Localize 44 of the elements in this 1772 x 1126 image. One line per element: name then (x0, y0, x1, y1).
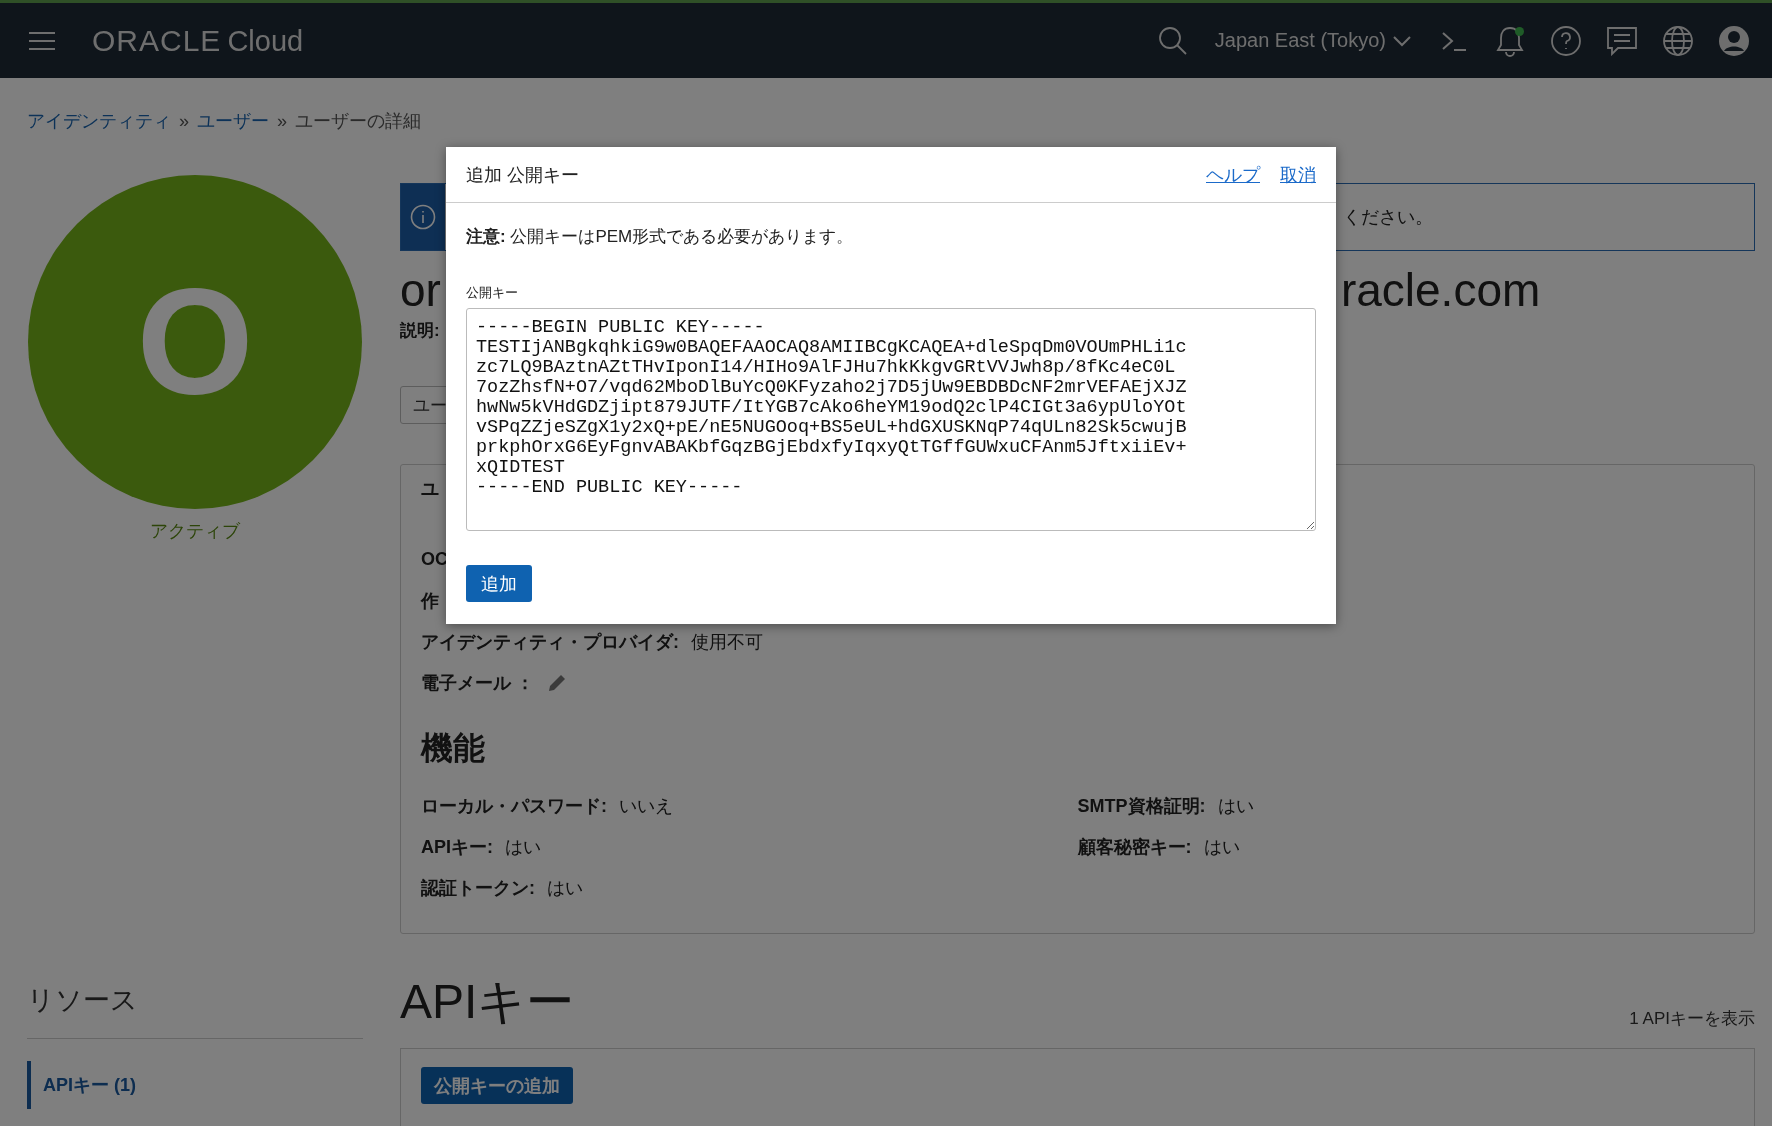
user-avatar: O (28, 175, 362, 509)
dialog-link[interactable]: 取消 (1280, 162, 1316, 187)
field-label: アイデンティティ・プロバイダ: (421, 630, 679, 654)
field-label: SMTP資格証明: (1077, 794, 1206, 818)
add-key-button[interactable]: 公開キーの追加 (421, 1067, 573, 1104)
key-input[interactable]: -----BEGIN PUBLIC KEY----- TESTIjANBgkqhkiG9w0BAQEFAAOCAQ8AMIIBCgKCAQEA+dleSpqDm0VOUmPHLi1c zc7LQ9BAztnAZtTHvIponI14/HIHo9AlFJHu7hkKkgvGRtVVJwh8p/8fKc4eC0L 7ozZhsfN+O7/vqd62MboDlBuYcQ0KFyzaho2j7D5jUw9EBDBDcNF2mrVEFAEjXJZ hwNw5kVHdGDZjipt879JUTF/ItYGB7cAko6heYM19odQ2clP4CIGt3a6ypUloYOt vSPqZZjeSZgX1y2xQ+pE/nE5NUGOoq+BS5eUL+hdGXUSKNqP74qULn82Sk5cwujB prkphOrxG6EyFgnvABAKbfGqzBGjEbdxfyIqxyQtTGffGUWxuCFAnm5JftxiiEv+ xQIDTEST -----END PUBLIC KEY----- (466, 308, 1316, 531)
breadcrumb-link[interactable]: アイデンティティ (27, 109, 171, 133)
breadcrumb-link[interactable]: ユーザー (197, 109, 269, 133)
field-label: 認証トークン: (421, 876, 535, 900)
resource-link[interactable]: APIキー (1) (27, 1061, 363, 1109)
dialog-link[interactable]: ヘルプ (1206, 162, 1260, 187)
panel-heading: ユ (421, 478, 439, 501)
field-label: APIキー: (421, 835, 493, 859)
field-value: はい (1217, 794, 1254, 818)
chevron-icon (1392, 34, 1412, 47)
user-title: racle.com (1340, 263, 1541, 317)
field-label: OC (421, 549, 448, 570)
resources-heading: リソース (27, 982, 363, 1039)
field-value: はい (505, 835, 541, 859)
field-value: はい (1203, 835, 1240, 859)
description-label: 説明: (400, 320, 440, 342)
region-selector[interactable]: Japan East (Tokyo) (1200, 29, 1426, 52)
breadcrumb-separator: » (277, 110, 288, 132)
field-label: 顧客秘密キー: (1077, 835, 1192, 859)
item-count: 1 APIキーを表示 (1629, 1008, 1755, 1030)
section-heading: APIキー (400, 974, 575, 1030)
field-value: いいえ (619, 794, 673, 818)
field-label: 公開キー (466, 284, 519, 302)
status-label: アクティブ (150, 520, 240, 543)
field-label: ローカル・パスワード: (421, 794, 607, 818)
dialog-title: 追加 公開キー (466, 163, 580, 187)
field-label: 電子メール ： (421, 671, 534, 695)
section-heading: 機能 (421, 729, 485, 768)
field-value: 使用不可 (691, 630, 763, 654)
current-page-label: ユーザーの詳細 (295, 110, 422, 133)
user-title: or (400, 263, 441, 317)
breadcrumb-separator: » (179, 110, 189, 132)
field-value: はい (547, 876, 583, 900)
info-icon (410, 204, 436, 230)
field-label: 作 (421, 589, 439, 613)
logo[interactable]: ORACLE Cloud (92, 23, 304, 58)
add-button[interactable]: 追加 (466, 565, 532, 602)
note-text: 注意: 公開キーはPEM形式である必要があります。 (466, 226, 855, 248)
banner-text: ください。 (1343, 206, 1433, 229)
